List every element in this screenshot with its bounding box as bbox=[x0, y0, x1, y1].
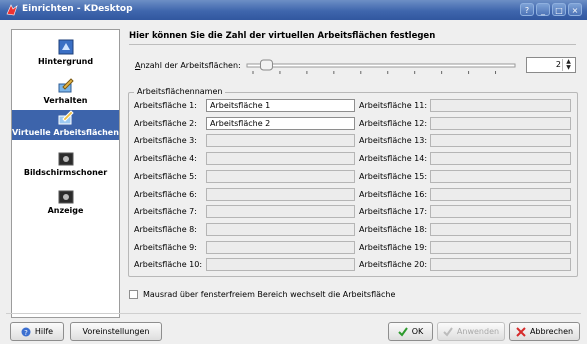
desktop-name-label: Arbeitsfläche 20: bbox=[359, 260, 428, 270]
sidebar-item-behavior[interactable]: Verhalten bbox=[12, 78, 119, 108]
display-icon bbox=[58, 190, 73, 204]
background-icon bbox=[58, 39, 73, 55]
desktop-name-label: Arbeitsfläche 8: bbox=[134, 224, 197, 234]
desktop-name-label: Arbeitsfläche 6: bbox=[134, 189, 197, 199]
apply-button[interactable]: Anwenden bbox=[437, 322, 505, 341]
desktop-name-input[interactable] bbox=[206, 205, 355, 219]
desktop-name-input[interactable] bbox=[206, 187, 355, 201]
desktop-name-input[interactable]: Arbeitsfläche 2 bbox=[206, 116, 355, 130]
desktop-name-label: Arbeitsfläche 11: bbox=[359, 101, 428, 110]
divider bbox=[129, 44, 576, 45]
desktop-name-input[interactable] bbox=[206, 222, 355, 236]
spinbox-arrows[interactable]: ▲ ▼ bbox=[562, 59, 574, 71]
desktop-name-label: Arbeitsfläche 17: bbox=[359, 207, 428, 217]
sidebar-item-display[interactable]: Anzeige bbox=[12, 190, 119, 220]
desktop-name-label: Arbeitsfläche 13: bbox=[359, 136, 428, 146]
desktop-name-label: Arbeitsfläche 16: bbox=[359, 189, 428, 199]
virtual-desktops-icon bbox=[58, 110, 74, 125]
desktop-name-label: Arbeitsfläche 10: bbox=[134, 260, 203, 270]
desktop-name-input[interactable] bbox=[430, 222, 571, 236]
svg-text:?: ? bbox=[24, 329, 28, 337]
desktop-name-label: Arbeitsfläche 18: bbox=[359, 224, 428, 234]
desktop-name-input[interactable] bbox=[430, 152, 571, 166]
sidebar-item-label: Anzeige bbox=[47, 206, 84, 215]
checkmark-icon bbox=[398, 326, 408, 337]
defaults-button[interactable]: Voreinstellungen bbox=[70, 322, 162, 341]
ok-button[interactable]: OK bbox=[388, 322, 433, 341]
help-button-label: Hilfe bbox=[34, 327, 54, 336]
window-title: Einrichten - KDesktop bbox=[22, 4, 133, 14]
help-titlebar-button[interactable]: ? bbox=[520, 3, 534, 16]
divider bbox=[6, 313, 581, 314]
desktop-name-input[interactable]: Arbeitsfläche 1 bbox=[206, 99, 355, 112]
desktop-count-slider[interactable] bbox=[243, 58, 519, 78]
help-icon: ? bbox=[21, 327, 31, 337]
desktop-name-input[interactable] bbox=[206, 134, 355, 148]
minimize-button[interactable]: _ bbox=[536, 3, 550, 16]
screensaver-icon bbox=[58, 152, 73, 166]
desktop-names-group-label: Arbeitsflächennamen bbox=[134, 87, 226, 96]
desktop-name-label: Arbeitsfläche 14: bbox=[359, 154, 428, 164]
desktop-name-input[interactable] bbox=[206, 258, 355, 272]
desktop-name-input[interactable] bbox=[206, 169, 355, 183]
ok-button-label: OK bbox=[411, 327, 424, 336]
help-button[interactable]: ? Hilfe bbox=[10, 322, 64, 341]
title-bar[interactable]: Einrichten - KDesktop ? _ □ × bbox=[0, 0, 587, 20]
desktop-name-label: Arbeitsfläche 9: bbox=[134, 242, 197, 252]
desktop-name-label: Arbeitsfläche 15: bbox=[359, 171, 428, 181]
defaults-button-label: Voreinstellungen bbox=[82, 327, 150, 336]
desktop-name-label: Arbeitsfläche 4: bbox=[134, 154, 197, 164]
desktop-name-input[interactable] bbox=[430, 240, 571, 254]
desktop-name-input[interactable] bbox=[430, 187, 571, 201]
slider-ticks bbox=[252, 71, 497, 74]
cancel-x-icon bbox=[516, 326, 526, 337]
maximize-button[interactable]: □ bbox=[552, 3, 566, 16]
slider-handle[interactable] bbox=[259, 59, 273, 71]
desktop-name-label: Arbeitsfläche 3: bbox=[134, 136, 197, 146]
desktop-name-input[interactable] bbox=[430, 258, 571, 272]
kdesktop-app-icon[interactable] bbox=[5, 3, 19, 17]
desktop-name-label: Arbeitsfläche 19: bbox=[359, 242, 428, 252]
desktop-count-label: Anzahl der Arbeitsflächen: bbox=[135, 61, 241, 70]
sidebar-item-virtual-desktops[interactable]: Virtuelle Arbeitsflächen bbox=[12, 110, 119, 140]
sidebar: Hintergrund Verhalten Virtuelle Arbeitsf… bbox=[11, 29, 120, 318]
behavior-icon bbox=[58, 78, 74, 93]
page-title: Hier können Sie die Zahl der virtuellen … bbox=[129, 31, 436, 41]
checkmark-icon bbox=[443, 326, 453, 337]
desktop-count-value: 2 bbox=[555, 60, 561, 69]
sidebar-item-background[interactable]: Hintergrund bbox=[12, 39, 119, 75]
sidebar-item-label: Verhalten bbox=[43, 96, 88, 105]
desktop-name-label: Arbeitsfläche 1: bbox=[134, 101, 197, 110]
desktop-name-label: Arbeitsfläche 2: bbox=[134, 118, 197, 128]
cancel-button-label: Abbrechen bbox=[529, 327, 574, 336]
desktop-name-label: Arbeitsfläche 5: bbox=[134, 171, 197, 181]
desktop-name-input[interactable] bbox=[430, 169, 571, 183]
apply-button-label: Anwenden bbox=[456, 327, 500, 336]
close-button[interactable]: × bbox=[568, 3, 582, 16]
mousewheel-checkbox-row[interactable]: Mausrad über fensterfreiem Bereich wechs… bbox=[129, 290, 395, 299]
desktop-name-input[interactable] bbox=[430, 116, 571, 130]
desktop-name-label: Arbeitsfläche 12: bbox=[359, 118, 428, 128]
desktop-name-input[interactable] bbox=[430, 99, 571, 112]
cancel-button[interactable]: Abbrechen bbox=[509, 322, 580, 341]
mousewheel-checkbox[interactable] bbox=[129, 290, 138, 299]
sidebar-item-label: Virtuelle Arbeitsflächen bbox=[12, 128, 119, 137]
desktop-name-input[interactable] bbox=[430, 205, 571, 219]
mousewheel-label: Mausrad über fensterfreiem Bereich wechs… bbox=[143, 290, 396, 299]
sidebar-item-screensaver[interactable]: Bildschirmschoner bbox=[12, 152, 119, 182]
desktop-name-label: Arbeitsfläche 7: bbox=[134, 207, 197, 217]
desktop-name-input[interactable] bbox=[206, 240, 355, 254]
sidebar-item-label: Hintergrund bbox=[37, 57, 94, 66]
desktop-count-spinbox[interactable]: 2 ▲ ▼ bbox=[526, 57, 576, 73]
desktop-name-input[interactable] bbox=[430, 134, 571, 148]
desktop-name-input[interactable] bbox=[206, 152, 355, 166]
sidebar-item-label: Bildschirmschoner bbox=[23, 168, 108, 177]
